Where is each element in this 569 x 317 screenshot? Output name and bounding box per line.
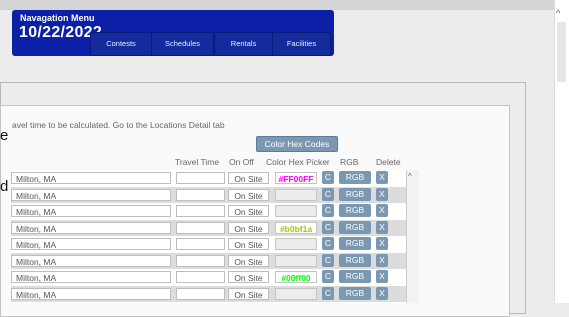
color-picker-button[interactable]: C <box>322 187 334 201</box>
location-input[interactable]: Milton, MA <box>11 287 171 300</box>
table-row: Milton, MA On Site #00ff00 C RGB X <box>11 269 406 285</box>
color-picker-button[interactable]: C <box>322 171 334 184</box>
travel-time-input[interactable] <box>176 238 225 250</box>
travel-time-input[interactable] <box>176 271 225 283</box>
table-row: Milton, MA On Site #FF00FF C RGB X <box>11 170 406 186</box>
color-hex-field[interactable]: #FF00FF <box>275 172 317 184</box>
delete-button[interactable]: X <box>376 270 388 283</box>
header-delete: Delete <box>376 157 401 167</box>
location-input[interactable]: Milton, MA <box>11 188 171 201</box>
on-site-toggle[interactable]: On Site <box>228 188 269 201</box>
rgb-button[interactable]: RGB <box>339 187 371 201</box>
delete-button[interactable]: X <box>376 171 388 184</box>
color-picker-button[interactable]: C <box>322 253 334 267</box>
nav-rentals-button[interactable]: Rentals <box>214 32 273 56</box>
color-picker-button[interactable]: C <box>322 270 334 283</box>
color-hex-field[interactable] <box>275 254 317 267</box>
table-row: Milton, MA On Site #b0bf1a C RGB X <box>11 219 406 236</box>
location-input[interactable]: Milton, MA <box>11 254 171 267</box>
delete-button[interactable]: X <box>376 237 388 250</box>
delete-button[interactable]: X <box>376 187 388 201</box>
color-hex-field[interactable] <box>275 287 317 300</box>
color-hex-field[interactable]: #b0bf1a <box>275 221 317 234</box>
color-hex-codes-button[interactable]: Color Hex Codes <box>256 136 338 152</box>
on-site-toggle[interactable]: On Site <box>228 205 269 217</box>
table-row: Milton, MA On Site C RGB X <box>11 236 406 252</box>
header-on-off: On Off <box>229 157 254 167</box>
cut-off-text: e <box>0 127 9 144</box>
nav-contests-button[interactable]: Contests <box>90 32 152 56</box>
color-hex-field[interactable] <box>275 205 317 217</box>
travel-time-input[interactable] <box>176 188 225 201</box>
color-hex-field[interactable] <box>275 238 317 250</box>
delete-button[interactable]: X <box>376 204 388 217</box>
delete-button[interactable]: X <box>376 286 388 300</box>
on-site-toggle[interactable]: On Site <box>228 238 269 250</box>
rgb-button[interactable]: RGB <box>339 171 371 184</box>
travel-time-input[interactable] <box>176 172 225 184</box>
color-picker-button[interactable]: C <box>322 220 334 234</box>
color-hex-field[interactable]: #00ff00 <box>275 271 317 283</box>
window-scroll-thumb[interactable] <box>557 22 566 82</box>
table-row: Milton, MA On Site C RGB X <box>11 252 406 269</box>
delete-button[interactable]: X <box>376 253 388 267</box>
rgb-button[interactable]: RGB <box>339 220 371 234</box>
travel-time-input[interactable] <box>176 205 225 217</box>
nav-title: Navagation Menu <box>20 13 95 23</box>
color-picker-button[interactable]: C <box>322 286 334 300</box>
header-travel-time: Travel Time <box>175 157 220 167</box>
rgb-button[interactable]: RGB <box>339 270 371 283</box>
table-scrollbar[interactable] <box>406 170 419 303</box>
color-hex-field[interactable] <box>275 188 317 201</box>
location-input[interactable]: Milton, MA <box>11 172 171 184</box>
color-picker-button[interactable]: C <box>322 204 334 217</box>
header-color-hex-picker: Color Hex Picker <box>266 157 330 167</box>
color-picker-button[interactable]: C <box>322 237 334 250</box>
travel-time-input[interactable] <box>176 254 225 267</box>
on-site-toggle[interactable]: On Site <box>228 221 269 234</box>
rgb-button[interactable]: RGB <box>339 253 371 267</box>
location-input[interactable]: Milton, MA <box>11 205 171 217</box>
delete-button[interactable]: X <box>376 220 388 234</box>
on-site-toggle[interactable]: On Site <box>228 254 269 267</box>
on-site-toggle[interactable]: On Site <box>228 172 269 184</box>
nav-schedules-button[interactable]: Schedules <box>151 32 214 56</box>
locations-table: Milton, MA On Site #FF00FF C RGB X Milton, MA O… <box>11 170 406 303</box>
header-rgb: RGB <box>340 157 359 167</box>
rgb-button[interactable]: RGB <box>339 204 371 217</box>
on-site-toggle[interactable]: On Site <box>228 287 269 300</box>
cut-off-text: d <box>0 178 9 195</box>
navigation-menu: Navagation Menu 10/22/2022 Contests Sche… <box>12 10 334 56</box>
table-row: Milton, MA On Site C RGB X <box>11 203 406 219</box>
nav-facilities-button[interactable]: Facilities <box>272 32 331 56</box>
rgb-button[interactable]: RGB <box>339 286 371 300</box>
travel-time-input[interactable] <box>176 287 225 300</box>
travel-time-input[interactable] <box>176 221 225 234</box>
rgb-button[interactable]: RGB <box>339 237 371 250</box>
table-row: Milton, MA On Site C RGB X <box>11 186 406 203</box>
chevron-up-icon[interactable]: ^ <box>408 172 412 181</box>
chevron-up-icon[interactable]: ^ <box>556 8 560 18</box>
info-text: avel time to be calculated. Go to the Lo… <box>12 120 225 130</box>
on-site-toggle[interactable]: On Site <box>228 271 269 283</box>
location-input[interactable]: Milton, MA <box>11 271 171 283</box>
table-row: Milton, MA On Site C RGB X <box>11 285 406 302</box>
top-strip <box>0 0 554 10</box>
location-input[interactable]: Milton, MA <box>11 238 171 250</box>
location-input[interactable]: Milton, MA <box>11 221 171 234</box>
